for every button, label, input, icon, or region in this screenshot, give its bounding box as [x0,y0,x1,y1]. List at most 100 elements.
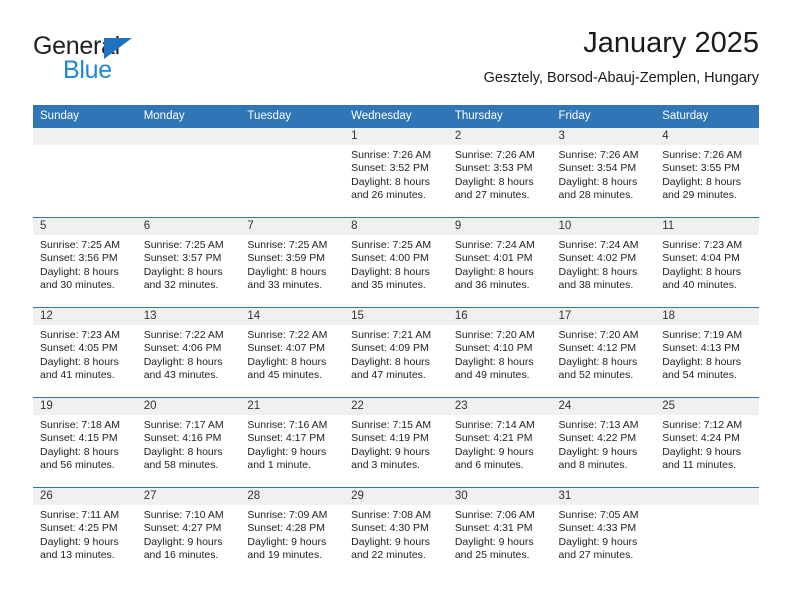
calendar-cell[interactable]: 22 Sunrise: 7:15 AM Sunset: 4:19 PM Dayligh… [344,397,448,488]
day-number: 5 [33,218,137,235]
daylight-text-line2: and 45 minutes. [247,368,323,381]
calendar-cell[interactable]: 18 Sunrise: 7:19 AM Sunset: 4:13 PM Dayligh… [655,307,759,398]
day-details: Sunrise: 7:23 AM Sunset: 4:05 PM Daylight:… [33,325,137,382]
day-number: 10 [551,218,656,235]
calendar-cell[interactable]: 5 Sunrise: 7:25 AM Sunset: 3:56 PM Daylight… [33,217,137,308]
day-details: Sunrise: 7:05 AM Sunset: 4:33 PM Daylight:… [552,505,656,562]
sunset-text: Sunset: 3:59 PM [247,252,326,265]
daylight-text-line1: Daylight: 8 hours [662,265,742,278]
daylight-text-line1: Daylight: 9 hours [247,445,327,458]
sunrise-text: Sunrise: 7:26 AM [454,149,535,161]
calendar-cell[interactable]: 20 Sunrise: 7:17 AM Sunset: 4:16 PM Dayligh… [136,397,241,488]
day-details: Sunrise: 7:23 AM Sunset: 4:04 PM Daylight:… [655,235,759,292]
day-cell [655,488,759,577]
day-details: Sunrise: 7:26 AM Sunset: 3:54 PM Daylight:… [552,145,656,202]
day-details: Sunrise: 7:26 AM Sunset: 3:55 PM Daylight:… [655,145,759,202]
day-number: 19 [33,398,137,415]
daylight-text-line1: Daylight: 9 hours [351,535,430,548]
sunrise-text: Sunrise: 7:24 AM [558,239,639,251]
daylight-text-line1: Daylight: 8 hours [662,355,742,368]
day-number: 21 [240,398,345,415]
calendar-cell[interactable]: 17 Sunrise: 7:20 AM Sunset: 4:12 PM Dayligh… [551,307,656,398]
sunset-text: Sunset: 4:25 PM [40,522,118,535]
sunrise-text: Sunrise: 7:12 AM [662,419,743,431]
day-cell [33,128,137,217]
calendar-cell[interactable]: 6 Sunrise: 7:25 AM Sunset: 3:57 PM Daylight… [136,217,241,308]
daylight-text-line1: Daylight: 8 hours [558,175,638,188]
day-cell [136,128,241,217]
day-cell: 7 Sunrise: 7:25 AM Sunset: 3:59 PM Daylight… [240,218,345,307]
sunset-text: Sunset: 4:22 PM [558,432,637,445]
calendar-cell[interactable]: 9 Sunrise: 7:24 AM Sunset: 4:01 PM Daylight… [447,217,552,308]
calendar-cell[interactable]: 15 Sunrise: 7:21 AM Sunset: 4:09 PM Dayligh… [344,307,448,398]
day-cell: 9 Sunrise: 7:24 AM Sunset: 4:01 PM Daylight… [447,218,552,307]
day-details: Sunrise: 7:11 AM Sunset: 4:25 PM Daylight:… [33,505,137,562]
calendar-cell[interactable]: 14 Sunrise: 7:22 AM Sunset: 4:07 PM Dayligh… [240,307,345,398]
day-cell: 31 Sunrise: 7:05 AM Sunset: 4:33 PM Dayligh… [551,488,656,577]
sunset-text: Sunset: 3:52 PM [351,162,429,175]
daylight-text-line2: and 8 minutes. [558,458,628,471]
day-details: Sunrise: 7:26 AM Sunset: 3:53 PM Daylight:… [448,145,552,202]
calendar-cell[interactable]: 12 Sunrise: 7:23 AM Sunset: 4:05 PM Dayligh… [33,307,137,398]
general-blue-logo: General Blue [33,32,213,88]
sunrise-text: Sunrise: 7:25 AM [40,239,120,251]
calendar-cell [136,127,241,218]
weekday-header-thursday: Thursday [447,105,552,128]
daylight-text-line2: and 52 minutes. [558,368,634,381]
sunrise-text: Sunrise: 7:09 AM [247,509,328,521]
calendar-cell[interactable]: 7 Sunrise: 7:25 AM Sunset: 3:59 PM Daylight… [240,217,345,308]
day-number: 2 [447,128,552,145]
calendar-cell[interactable]: 13 Sunrise: 7:22 AM Sunset: 4:06 PM Dayligh… [136,307,241,398]
sunset-text: Sunset: 4:05 PM [40,342,118,355]
day-number: 8 [344,218,448,235]
sunset-text: Sunset: 4:00 PM [351,252,429,265]
daylight-text-line2: and 22 minutes. [351,548,426,561]
calendar-cell[interactable]: 31 Sunrise: 7:05 AM Sunset: 4:33 PM Dayligh… [551,487,656,577]
daylight-text-line1: Daylight: 8 hours [143,445,223,458]
calendar-cell[interactable]: 16 Sunrise: 7:20 AM Sunset: 4:10 PM Dayligh… [447,307,552,398]
calendar-cell[interactable]: 27 Sunrise: 7:10 AM Sunset: 4:27 PM Dayligh… [136,487,241,577]
sunrise-text: Sunrise: 7:21 AM [351,329,432,341]
day-cell: 16 Sunrise: 7:20 AM Sunset: 4:10 PM Dayligh… [447,308,552,397]
calendar-week-row: 12 Sunrise: 7:23 AM Sunset: 4:05 PM Dayligh… [33,307,759,398]
daylight-text-line2: and 27 minutes. [558,548,634,561]
calendar-cell[interactable]: 23 Sunrise: 7:14 AM Sunset: 4:21 PM Dayligh… [447,397,552,488]
calendar-cell[interactable]: 11 Sunrise: 7:23 AM Sunset: 4:04 PM Dayligh… [655,217,759,308]
calendar-cell[interactable]: 26 Sunrise: 7:11 AM Sunset: 4:25 PM Dayligh… [33,487,137,577]
day-number [240,128,345,145]
sunrise-text: Sunrise: 7:20 AM [454,329,535,341]
calendar-cell[interactable]: 2 Sunrise: 7:26 AM Sunset: 3:53 PM Daylight… [447,127,552,218]
sunset-text: Sunset: 4:07 PM [247,342,326,355]
sunset-text: Sunset: 4:12 PM [558,342,637,355]
calendar-cell[interactable]: 1 Sunrise: 7:26 AM Sunset: 3:52 PM Daylight… [344,127,448,218]
calendar-cell[interactable]: 21 Sunrise: 7:16 AM Sunset: 4:17 PM Dayligh… [240,397,345,488]
day-details: Sunrise: 7:25 AM Sunset: 3:59 PM Daylight:… [240,235,344,292]
daylight-text-line2: and 35 minutes. [351,278,426,291]
daylight-text-line1: Daylight: 9 hours [143,535,223,548]
calendar-cell[interactable]: 29 Sunrise: 7:08 AM Sunset: 4:30 PM Dayligh… [344,487,448,577]
calendar-cell[interactable]: 25 Sunrise: 7:12 AM Sunset: 4:24 PM Dayligh… [655,397,759,488]
calendar-cell[interactable]: 28 Sunrise: 7:09 AM Sunset: 4:28 PM Dayligh… [240,487,345,577]
sunset-text: Sunset: 3:56 PM [40,252,118,265]
calendar-week-row: 1 Sunrise: 7:26 AM Sunset: 3:52 PM Daylight… [33,127,759,218]
day-number: 13 [136,308,241,325]
calendar-cell[interactable]: 24 Sunrise: 7:13 AM Sunset: 4:22 PM Dayligh… [551,397,656,488]
sunset-text: Sunset: 3:53 PM [454,162,533,175]
daylight-text-line2: and 27 minutes. [454,188,530,201]
day-details: Sunrise: 7:22 AM Sunset: 4:07 PM Daylight:… [240,325,344,382]
sunset-text: Sunset: 3:54 PM [558,162,637,175]
calendar-cell[interactable]: 3 Sunrise: 7:26 AM Sunset: 3:54 PM Daylight… [551,127,656,218]
calendar-cell[interactable]: 8 Sunrise: 7:25 AM Sunset: 4:00 PM Daylight… [344,217,448,308]
calendar-cell[interactable]: 10 Sunrise: 7:24 AM Sunset: 4:02 PM Dayligh… [551,217,656,308]
sunset-text: Sunset: 4:30 PM [351,522,429,535]
daylight-text-line1: Daylight: 8 hours [558,265,638,278]
daylight-text-line1: Daylight: 8 hours [247,265,327,278]
day-number: 16 [447,308,552,325]
day-number: 27 [136,488,241,505]
sunrise-text: Sunrise: 7:11 AM [40,509,120,521]
calendar-cell[interactable]: 4 Sunrise: 7:26 AM Sunset: 3:55 PM Daylight… [655,127,759,218]
calendar-cell[interactable]: 19 Sunrise: 7:18 AM Sunset: 4:15 PM Dayligh… [33,397,137,488]
day-details: Sunrise: 7:21 AM Sunset: 4:09 PM Daylight:… [344,325,448,382]
daylight-text-line1: Daylight: 8 hours [351,175,430,188]
calendar-cell[interactable]: 30 Sunrise: 7:06 AM Sunset: 4:31 PM Dayligh… [447,487,552,577]
